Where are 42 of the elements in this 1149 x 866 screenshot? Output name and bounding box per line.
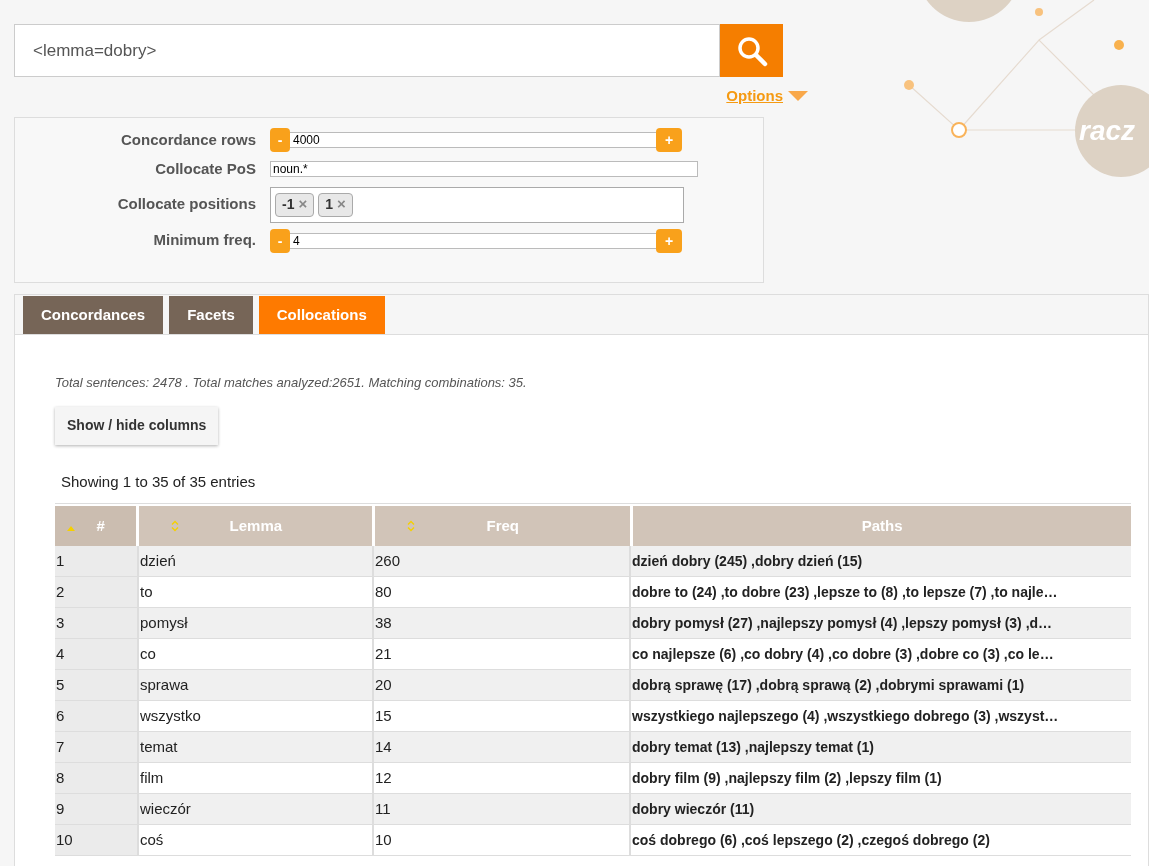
option-label: Collocate positions (116, 194, 257, 215)
table-cell: 3 (55, 608, 137, 638)
decrement-button[interactable]: - (270, 128, 290, 152)
search-field[interactable]: <lemma=dobry> (14, 24, 720, 77)
logo-text: racz (1079, 114, 1136, 148)
decrement-button[interactable]: - (270, 228, 290, 253)
column-header[interactable]: Lemma (139, 506, 373, 546)
options-link[interactable]: Options (726, 84, 809, 108)
tab[interactable]: Concordances (23, 296, 164, 334)
show-hide-columns-button[interactable]: Show / hide columns (55, 406, 219, 445)
tag-text: -1 (282, 195, 295, 214)
tab[interactable]: Collocations (258, 296, 385, 334)
table-cell: coś dobrego (6) ,coś lepszego (2) ,czegoś dobrego (2) (629, 825, 1131, 855)
table-cell: 8 (55, 763, 137, 793)
table-cell: coś (137, 825, 372, 855)
option-label: Concordance rows (119, 129, 257, 150)
tab[interactable]: Facets (169, 296, 253, 334)
table-cell: 5 (55, 670, 137, 700)
search-icon (735, 34, 768, 67)
tag-text: 1 (325, 195, 333, 214)
increment-button[interactable]: + (656, 128, 682, 152)
table-cell: 2 (55, 577, 137, 607)
table-cell: 7 (55, 732, 137, 762)
summary-text: Total sentences: 2478 . Total matches analyzed:2651. Matching combinations: 35. (55, 374, 528, 392)
table-cell: 10 (372, 825, 629, 855)
column-header[interactable]: Freq (375, 506, 631, 546)
increment-button[interactable]: + (656, 228, 682, 253)
remove-tag-button[interactable]: × (337, 193, 346, 216)
table-cell: 9 (55, 794, 137, 824)
column-header[interactable]: # (55, 506, 137, 546)
remove-tag-button[interactable]: × (298, 193, 308, 216)
option-label: Collocate PoS (154, 159, 257, 179)
table-cell: 4 (55, 639, 137, 669)
column-header[interactable]: Paths (633, 506, 1131, 546)
option-label: Minimum freq. (152, 230, 257, 251)
search-button[interactable] (720, 24, 783, 77)
text-field[interactable]: noun.* (270, 161, 698, 178)
table-cell: 10 (55, 825, 137, 855)
table-cell: 1 (55, 546, 137, 576)
table-cell: 6 (55, 701, 137, 731)
tags-field[interactable]: -1 × 1 × (270, 186, 684, 223)
entries-info: Showing 1 to 35 of 35 entries (61, 471, 257, 492)
